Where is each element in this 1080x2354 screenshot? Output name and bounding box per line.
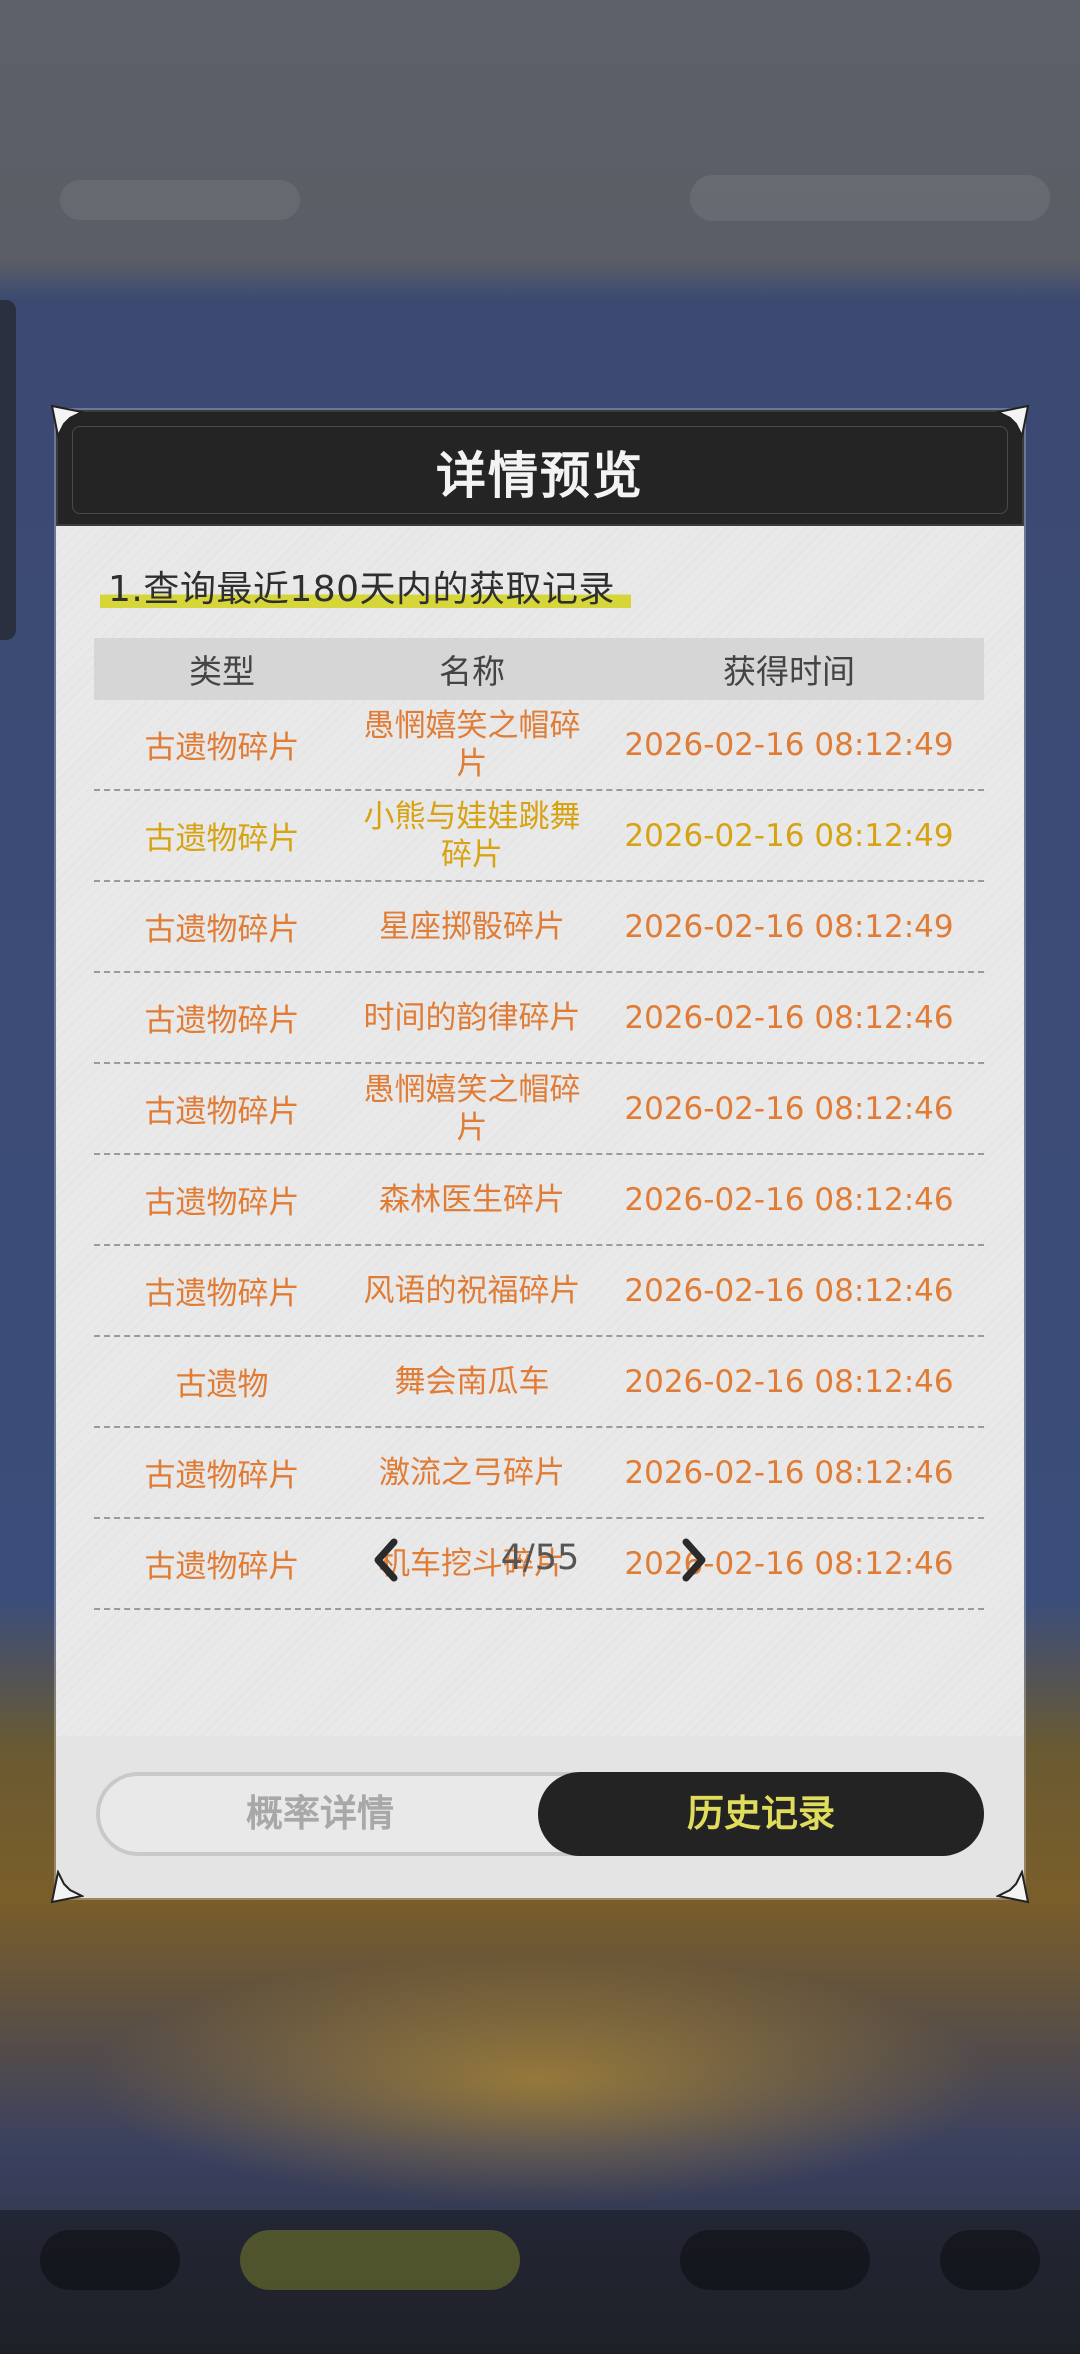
corner-ornament-icon <box>996 404 1030 438</box>
row-time: 2026-02-16 08:12:46 <box>624 1272 954 1309</box>
row-name: 时间的韵律碎片 <box>363 999 581 1036</box>
table-row: 古遗物碎片 森林医生碎片 2026-02-16 08:12:46 <box>94 1155 984 1246</box>
table-row: 古遗物碎片 小熊与娃娃跳舞碎片 2026-02-16 08:12:49 <box>94 791 984 882</box>
row-type: 古遗物碎片 <box>144 1185 300 1221</box>
row-type: 古遗物 <box>175 1367 269 1403</box>
row-time: 2026-02-16 08:12:46 <box>624 1454 954 1491</box>
table-row: 古遗物碎片 愚惘嬉笑之帽碎片 2026-02-16 08:12:46 <box>94 1064 984 1155</box>
row-type: 古遗物碎片 <box>144 821 300 857</box>
tab-probability-details[interactable]: 概率详情 <box>100 1776 540 1852</box>
corner-ornament-icon <box>50 1870 84 1904</box>
row-type: 古遗物碎片 <box>144 730 300 766</box>
pagination: 4/55 <box>56 1526 1024 1596</box>
dialog-title: 详情预览 <box>436 447 644 505</box>
table-row: 古遗物碎片 星座掷骰碎片 2026-02-16 08:12:49 <box>94 882 984 973</box>
tab-history-records[interactable]: 历史记录 <box>538 1772 984 1856</box>
row-name: 激流之弓碎片 <box>379 1454 565 1491</box>
row-time: 2026-02-16 08:12:49 <box>624 908 954 945</box>
row-time: 2026-02-16 08:12:46 <box>624 999 954 1036</box>
header-type: 类型 <box>189 652 255 691</box>
corner-ornament-icon <box>50 404 84 438</box>
header-name: 名称 <box>439 652 505 691</box>
background-bottom-button <box>680 2230 870 2290</box>
section-title: 1.查询最近180天内的获取记录 <box>100 560 632 616</box>
tab-switcher: 概率详情 历史记录 <box>96 1772 984 1856</box>
corner-ornament-icon <box>996 1870 1030 1904</box>
page-indicator: 4/55 <box>500 1538 580 1578</box>
row-type: 古遗物碎片 <box>144 1458 300 1494</box>
dialog-header: 详情预览 <box>56 410 1024 526</box>
row-name: 愚惘嬉笑之帽碎片 <box>363 707 581 782</box>
table-body: 古遗物碎片 愚惘嬉笑之帽碎片 2026-02-16 08:12:49 古遗物碎片 小熊与… <box>94 700 984 1610</box>
row-type: 古遗物碎片 <box>144 1094 300 1130</box>
background-bottom-button <box>940 2230 1040 2290</box>
row-time: 2026-02-16 08:12:46 <box>624 1090 954 1127</box>
side-drawer-handle <box>0 300 16 640</box>
table-row: 古遗物 舞会南瓜车 2026-02-16 08:12:46 <box>94 1337 984 1428</box>
dialog-content: 1.查询最近180天内的获取记录 类型 名称 获得时间 古遗物碎片愚惘嬉笑之帽碎… <box>56 526 1024 1736</box>
history-table: 类型 名称 获得时间 古遗物碎片 愚惘嬉笑之帽碎片 2026-02-16 08:12… <box>94 638 984 1610</box>
row-time: 2026-02-16 08:12:49 <box>624 817 954 854</box>
row-name: 小熊与娃娃跳舞碎片 <box>363 798 581 873</box>
background-bottom-button <box>40 2230 180 2290</box>
row-type: 古遗物碎片 <box>144 912 300 948</box>
table-row: 古遗物碎片 风语的祝福碎片 2026-02-16 08:12:46 <box>94 1246 984 1337</box>
row-type: 古遗物碎片 <box>144 1003 300 1039</box>
row-name: 森林医生碎片 <box>379 1181 565 1218</box>
header-time: 获得时间 <box>723 652 855 691</box>
background-top-left-bar <box>60 180 300 220</box>
row-name: 舞会南瓜车 <box>394 1363 550 1400</box>
chevron-right-icon[interactable] <box>668 1534 718 1586</box>
row-name: 风语的祝福碎片 <box>363 1272 581 1309</box>
table-header: 类型 名称 获得时间 <box>94 638 984 700</box>
row-time: 2026-02-16 08:12:49 <box>624 726 954 763</box>
background-bottom-button <box>240 2230 520 2290</box>
table-row: 古遗物碎片 愚惘嬉笑之帽碎片 2026-02-16 08:12:49 <box>94 700 984 791</box>
row-time: 2026-02-16 08:12:46 <box>624 1363 954 1400</box>
background-top-right-bar <box>690 175 1050 221</box>
row-name: 星座掷骰碎片 <box>379 908 565 945</box>
table-row: 古遗物碎片 激流之弓碎片 2026-02-16 08:12:46 <box>94 1428 984 1519</box>
dialog-footer: 概率详情 历史记录 <box>56 1736 1024 1898</box>
row-name: 愚惘嬉笑之帽碎片 <box>363 1071 581 1146</box>
table-row: 古遗物碎片 时间的韵律碎片 2026-02-16 08:12:46 <box>94 973 984 1064</box>
row-time: 2026-02-16 08:12:46 <box>624 1181 954 1218</box>
row-type: 古遗物碎片 <box>144 1276 300 1312</box>
details-preview-dialog: 详情预览 1.查询最近180天内的获取记录 类型 名称 获得时间 古遗物碎片愚惘… <box>50 404 1030 1904</box>
